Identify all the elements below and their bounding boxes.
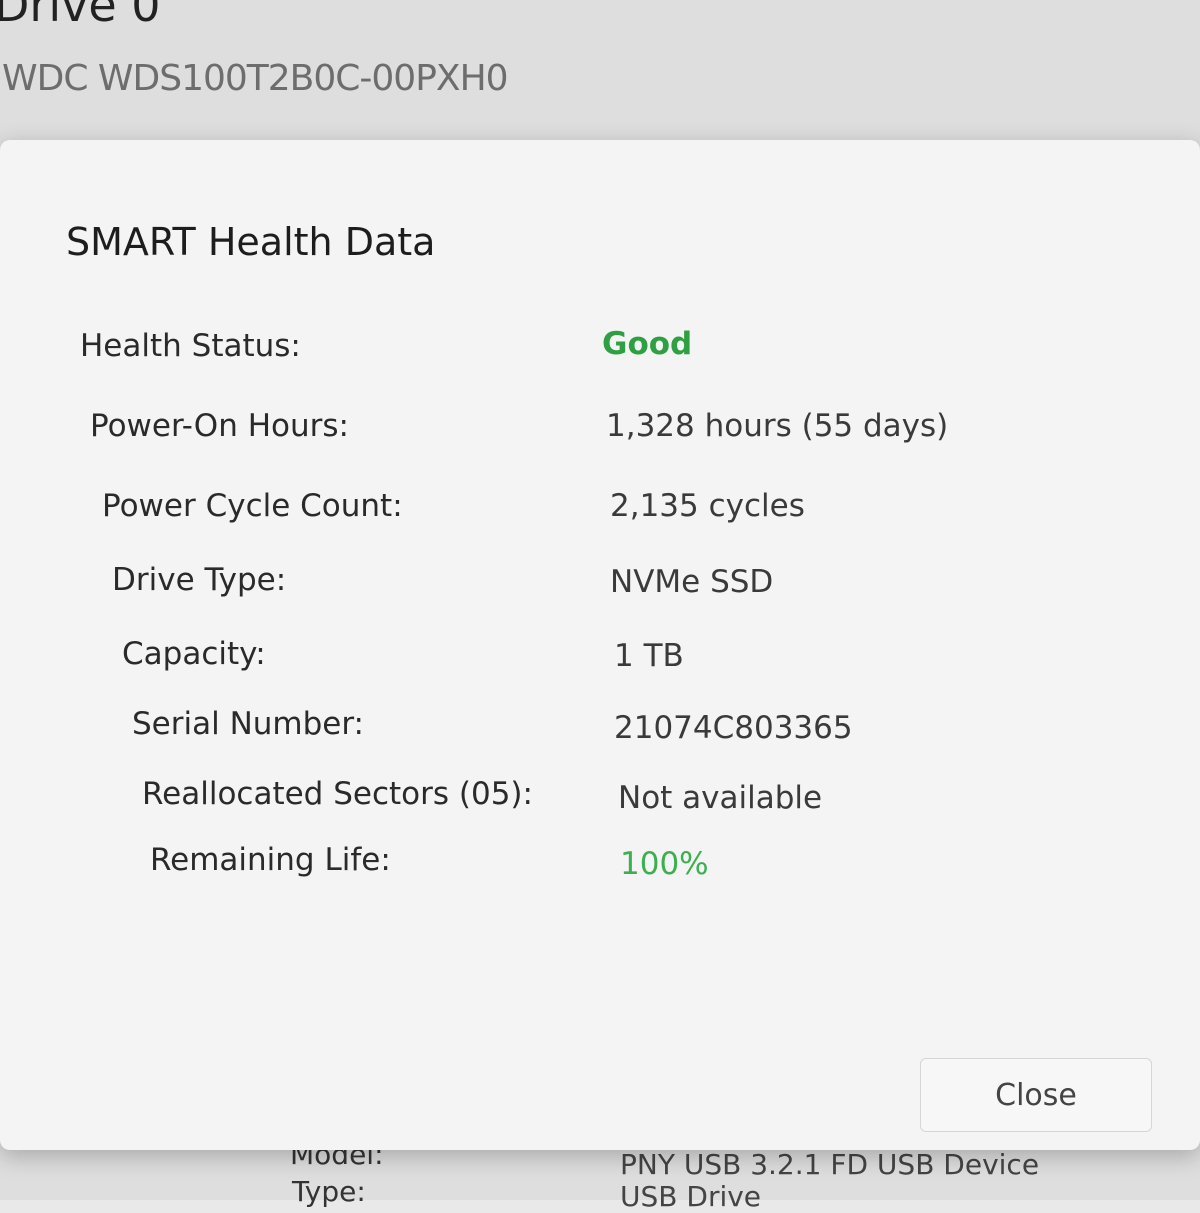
power-on-hours-value: 1,328 hours (55 days) — [606, 408, 949, 444]
close-button[interactable]: Close — [920, 1058, 1152, 1132]
drive-title: Drive 0 — [0, 0, 161, 32]
remaining-life-value: 100% — [620, 846, 709, 882]
health-status-value: Good — [602, 326, 693, 362]
drive-model: WDC WDS100T2B0C-00PXH0 — [2, 58, 509, 99]
capacity-label: Capacity: — [122, 636, 266, 672]
power-on-hours-label: Power-On Hours: — [90, 408, 349, 444]
dialog-title: SMART Health Data — [66, 220, 436, 264]
remaining-life-label: Remaining Life: — [150, 842, 391, 878]
power-cycle-count-label: Power Cycle Count: — [102, 488, 403, 524]
capacity-value: 1 TB — [614, 638, 684, 674]
health-status-label: Health Status: — [80, 328, 301, 364]
power-cycle-count-value: 2,135 cycles — [610, 488, 805, 524]
smart-health-dialog: SMART Health Data Health Status: Good Po… — [0, 140, 1200, 1150]
serial-number-label: Serial Number: — [132, 706, 365, 742]
type-label: Type: — [292, 1175, 366, 1208]
model-value: PNY USB 3.2.1 FD USB Device — [620, 1148, 1040, 1181]
reallocated-sectors-value: Not available — [618, 780, 823, 816]
serial-number-value: 21074C803365 — [614, 710, 853, 746]
type-value: USB Drive — [620, 1180, 762, 1213]
drive-type-value: NVMe SSD — [610, 564, 774, 600]
reallocated-sectors-label: Reallocated Sectors (05): — [142, 776, 533, 812]
drive-type-label: Drive Type: — [112, 562, 287, 598]
